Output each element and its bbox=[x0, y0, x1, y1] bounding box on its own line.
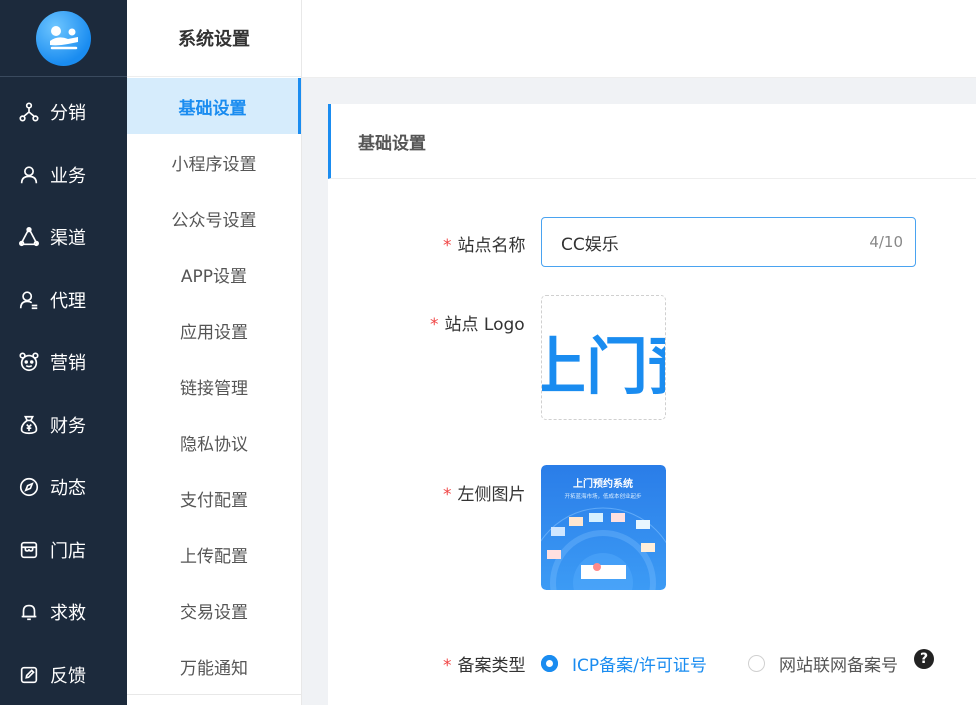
nav-label: 求救 bbox=[50, 603, 86, 624]
nav-label: 渠道 bbox=[50, 228, 86, 249]
left-image-upload[interactable]: 上门预约系统 开拓蓝海市场，低成本创业起步 bbox=[541, 465, 666, 590]
logo-preview-image: 上门预约 bbox=[542, 330, 666, 403]
nav-label: 财务 bbox=[50, 416, 86, 437]
promo-subtitle: 开拓蓝海市场，低成本创业起步 bbox=[564, 492, 642, 500]
channel-icon bbox=[19, 226, 39, 247]
nav-item-store[interactable]: 门店 bbox=[0, 530, 127, 570]
left-image-preview: 上门预约系统 开拓蓝海市场，低成本创业起步 bbox=[541, 465, 666, 590]
marketing-icon bbox=[19, 352, 39, 372]
required-mark: * bbox=[443, 656, 452, 676]
required-mark: * bbox=[430, 315, 439, 335]
nav-label: 门店 bbox=[50, 541, 86, 562]
site-name-input[interactable]: CC娱乐 4/10 bbox=[541, 217, 916, 267]
submenu-item-payment[interactable]: 支付配置 bbox=[127, 470, 301, 526]
submenu-item-trade[interactable]: 交易设置 bbox=[127, 582, 301, 638]
submenu-item-links[interactable]: 链接管理 bbox=[127, 358, 301, 414]
nav-item-marketing[interactable]: 营销 bbox=[0, 342, 127, 382]
site-logo-label-text: 站点 Logo bbox=[444, 315, 525, 335]
submenu-item-miniprogram[interactable]: 小程序设置 bbox=[127, 134, 301, 190]
radio-checked-icon bbox=[541, 655, 558, 672]
agent-icon bbox=[19, 291, 38, 310]
submenu-item-basic-settings[interactable]: 基础设置 bbox=[127, 78, 301, 134]
settings-submenu: 系统设置 基础设置 小程序设置 公众号设置 APP设置 应用设置 链接管理 隐私… bbox=[127, 0, 302, 705]
char-counter: 4/10 bbox=[869, 233, 903, 251]
site-logo-label: * 站点 Logo bbox=[430, 310, 525, 335]
massage-logo-icon bbox=[49, 26, 78, 50]
promo-title: 上门预约系统 bbox=[573, 477, 633, 490]
submenu-item-application[interactable]: 应用设置 bbox=[127, 302, 301, 358]
nav-item-dynamics[interactable]: 动态 bbox=[0, 467, 127, 507]
radio-icp-label: ICP备案/许可证号 bbox=[572, 656, 707, 676]
submenu-item-privacy[interactable]: 隐私协议 bbox=[127, 414, 301, 470]
nav-item-feedback[interactable]: 反馈 bbox=[0, 655, 127, 695]
site-name-value: CC娱乐 bbox=[561, 234, 619, 255]
nav-item-help[interactable]: 求救 bbox=[0, 592, 127, 632]
main-nav: 分销 业务 渠道 代理 营销 财务 动态 门店 求救 反馈 bbox=[0, 0, 127, 705]
feedback-icon bbox=[20, 666, 38, 684]
nav-label: 业务 bbox=[50, 166, 86, 187]
site-logo-upload[interactable]: 上门预约 bbox=[541, 295, 666, 420]
logo-preview-text: 上门预约 bbox=[542, 330, 666, 403]
submenu-item-notify[interactable]: 万能通知 bbox=[127, 638, 301, 694]
required-mark: * bbox=[443, 236, 452, 256]
money-bag-icon bbox=[20, 415, 38, 435]
nav-label: 反馈 bbox=[50, 666, 86, 687]
help-icon[interactable]: ? bbox=[914, 649, 934, 669]
nav-item-business[interactable]: 业务 bbox=[0, 155, 127, 195]
store-icon bbox=[20, 541, 38, 559]
radio-network-label: 网站联网备案号 bbox=[779, 656, 898, 676]
radio-icp[interactable]: ICP备案/许可证号 bbox=[541, 651, 707, 676]
site-name-label: * 站点名称 bbox=[443, 231, 526, 256]
site-name-label-text: 站点名称 bbox=[457, 236, 526, 256]
submenu-divider bbox=[127, 694, 301, 695]
nav-label: 营销 bbox=[50, 353, 86, 374]
app-logo[interactable] bbox=[36, 10, 91, 66]
submenu-title: 系统设置 bbox=[127, 0, 301, 77]
nav-item-finance[interactable]: 财务 bbox=[0, 405, 127, 445]
logo-area bbox=[0, 0, 127, 77]
compass-icon bbox=[19, 477, 39, 497]
left-image-label: * 左侧图片 bbox=[443, 480, 526, 505]
submenu-item-official-account[interactable]: 公众号设置 bbox=[127, 190, 301, 246]
nav-label: 分销 bbox=[50, 103, 86, 124]
required-mark: * bbox=[443, 485, 452, 505]
user-icon bbox=[20, 166, 38, 184]
submenu-item-upload[interactable]: 上传配置 bbox=[127, 526, 301, 582]
nav-label: 动态 bbox=[50, 478, 86, 499]
nav-item-agent[interactable]: 代理 bbox=[0, 280, 127, 320]
top-bar bbox=[302, 0, 976, 78]
card-title: 基础设置 bbox=[328, 104, 976, 179]
nav-item-channel[interactable]: 渠道 bbox=[0, 217, 127, 257]
submenu-item-app[interactable]: APP设置 bbox=[127, 246, 301, 302]
network-icon bbox=[19, 102, 39, 122]
radio-network-record[interactable]: 网站联网备案号 bbox=[748, 651, 898, 676]
bell-icon bbox=[21, 604, 37, 621]
nav-item-distribution[interactable]: 分销 bbox=[0, 92, 127, 132]
radio-unchecked-icon bbox=[748, 655, 765, 672]
record-type-label-text: 备案类型 bbox=[457, 656, 526, 676]
nav-label: 代理 bbox=[50, 291, 86, 312]
left-image-label-text: 左侧图片 bbox=[457, 485, 526, 505]
record-type-label: * 备案类型 bbox=[443, 651, 526, 676]
